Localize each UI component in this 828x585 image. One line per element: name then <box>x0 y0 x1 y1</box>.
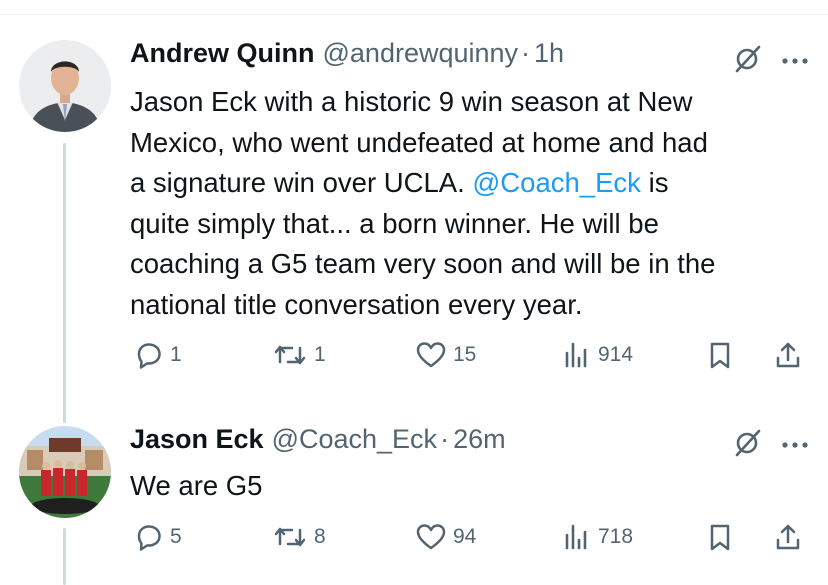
views-count: 914 <box>598 343 634 366</box>
like-count: 15 <box>453 343 477 366</box>
tweet-text: Jason Eck with a historic 9 win season a… <box>130 82 820 325</box>
tweet[interactable]: Andrew Quinn @andrewquinny · 1h Jason Ec… <box>130 38 810 388</box>
share-button[interactable] <box>773 340 803 370</box>
top-divider <box>0 14 828 15</box>
views-count: 718 <box>598 525 634 548</box>
more-icon[interactable] <box>780 437 810 455</box>
header-icons <box>732 428 810 463</box>
separator-dot: · <box>521 38 531 68</box>
repost-button[interactable]: 1 <box>272 340 326 370</box>
avatar[interactable] <box>19 426 111 518</box>
like-button[interactable]: 94 <box>415 522 476 552</box>
reply-icon <box>134 340 164 370</box>
like-icon <box>415 522 447 552</box>
share-icon <box>773 522 803 552</box>
share-icon <box>773 340 803 370</box>
separator-dot: · <box>440 424 450 454</box>
avatar-photo <box>19 40 111 132</box>
repost-count: 1 <box>314 343 326 366</box>
views-button[interactable]: 914 <box>562 340 633 370</box>
thread-line <box>63 528 66 585</box>
views-icon <box>562 340 592 370</box>
repost-button[interactable]: 8 <box>272 522 326 552</box>
grok-slash-icon[interactable] <box>732 44 762 79</box>
bookmark-icon <box>706 522 734 552</box>
bookmark-button[interactable] <box>706 340 734 370</box>
author-name[interactable]: Andrew Quinn <box>130 38 315 69</box>
tweet-header: Jason Eck @Coach_Eck · 26m <box>130 424 506 458</box>
repost-count: 8 <box>314 525 326 548</box>
more-icon[interactable] <box>780 53 810 71</box>
reply-count: 5 <box>170 525 182 548</box>
repost-icon <box>272 522 308 552</box>
timestamp[interactable]: 26m <box>453 424 506 455</box>
grok-slash-icon[interactable] <box>732 428 762 463</box>
action-bar: 1 1 15 914 <box>130 340 810 376</box>
author-handle[interactable]: @andrewquinny <box>323 38 519 69</box>
like-icon <box>415 340 447 370</box>
like-button[interactable]: 15 <box>415 340 476 370</box>
reply-button[interactable]: 5 <box>134 522 182 552</box>
views-button[interactable]: 718 <box>562 522 633 552</box>
bookmark-button[interactable] <box>706 522 734 552</box>
reply-count: 1 <box>170 343 182 366</box>
views-icon <box>562 522 592 552</box>
header-icons <box>732 44 810 79</box>
bookmark-icon <box>706 340 734 370</box>
tweet-header: Andrew Quinn @andrewquinny · 1h <box>130 38 564 72</box>
reply-button[interactable]: 1 <box>134 340 182 370</box>
avatar-photo <box>19 426 111 518</box>
timestamp[interactable]: 1h <box>534 38 564 69</box>
author-name[interactable]: Jason Eck <box>130 424 264 455</box>
author-handle[interactable]: @Coach_Eck <box>272 424 437 455</box>
mention-link[interactable]: @Coach_Eck <box>472 167 641 198</box>
tweet[interactable]: Jason Eck @Coach_Eck · 26m We are G5 5 8… <box>130 424 810 584</box>
action-bar: 5 8 94 718 <box>130 522 810 558</box>
thread-line <box>63 143 66 423</box>
repost-icon <box>272 340 308 370</box>
avatar[interactable] <box>19 40 111 132</box>
like-count: 94 <box>453 525 477 548</box>
reply-icon <box>134 522 164 552</box>
share-button[interactable] <box>773 522 803 552</box>
tweet-text: We are G5 <box>130 470 263 501</box>
